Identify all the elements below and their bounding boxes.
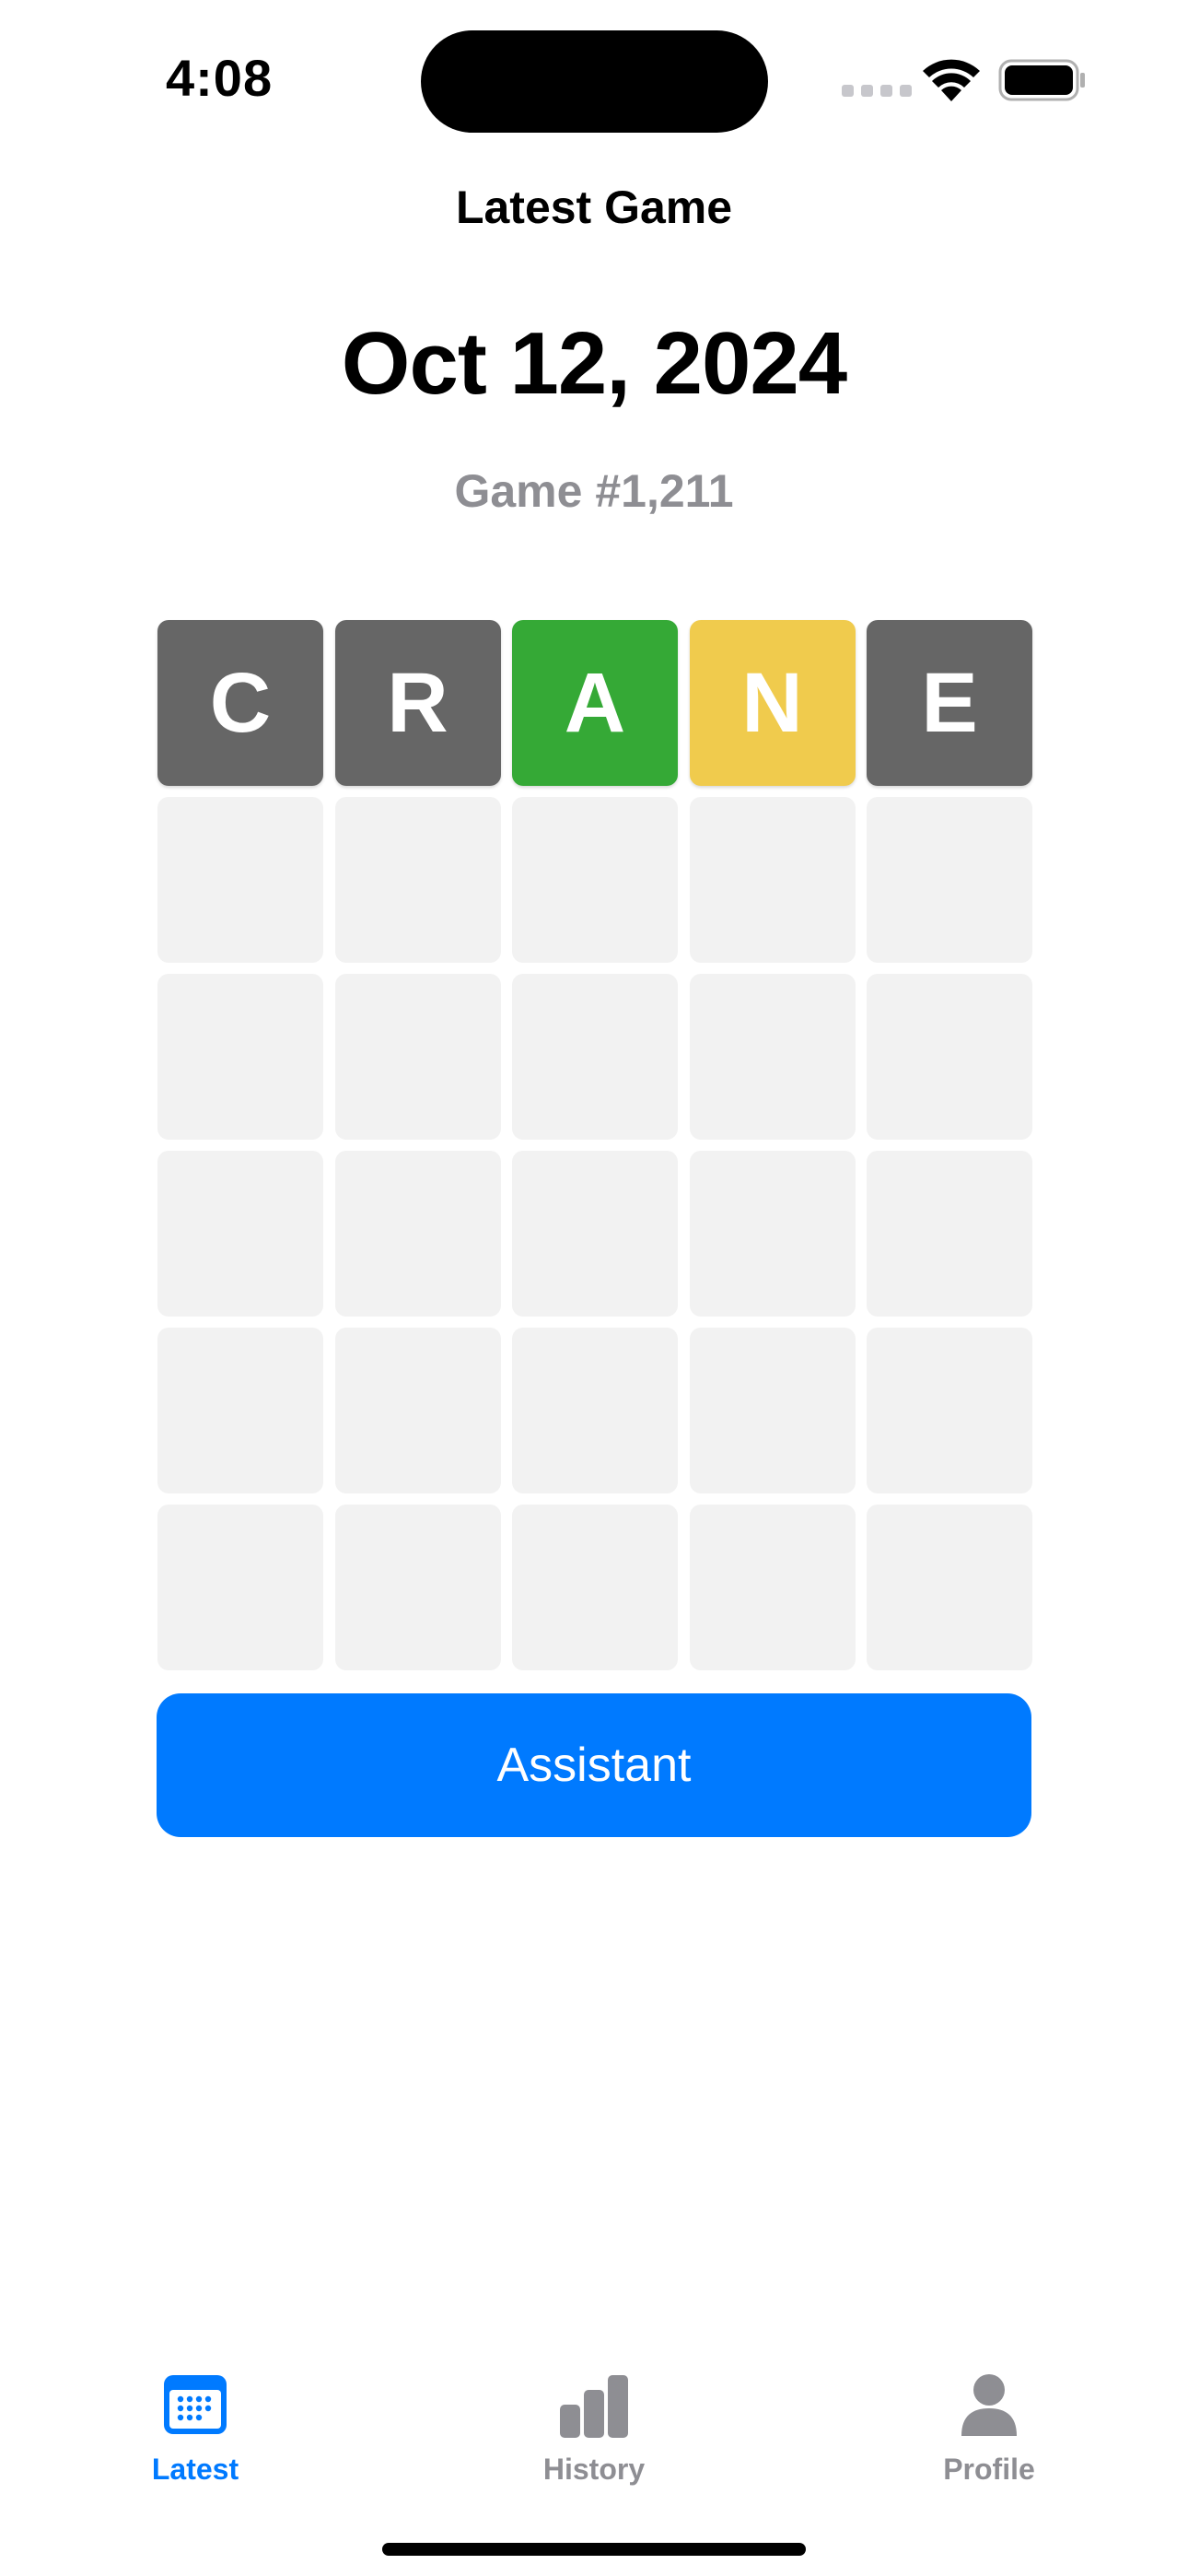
empty-tile — [689, 1328, 856, 1493]
dynamic-island — [421, 30, 768, 133]
empty-tile — [867, 1151, 1032, 1317]
bar-chart-icon — [560, 2375, 628, 2438]
empty-tile — [689, 974, 856, 1140]
tab-bar: Latest History Profile — [0, 2340, 1188, 2576]
empty-tile — [157, 1505, 323, 1670]
empty-tile — [689, 797, 856, 963]
empty-tile — [157, 1151, 323, 1317]
empty-tile — [867, 797, 1032, 963]
wifi-icon — [923, 59, 980, 101]
tab-latest[interactable]: Latest — [76, 2340, 315, 2497]
empty-tile — [334, 974, 501, 1140]
game-date: Oct 12, 2024 — [341, 314, 847, 413]
home-indicator — [382, 2543, 806, 2556]
game-number: Game #1,211 — [454, 465, 734, 517]
tab-label-profile: Profile — [943, 2453, 1035, 2486]
letter-tile: A — [512, 620, 678, 786]
empty-tile — [689, 1151, 856, 1317]
empty-tile — [334, 1505, 501, 1670]
empty-tile — [512, 797, 678, 963]
status-bar: 4:08 — [0, 0, 1188, 157]
letter-tile: R — [334, 620, 501, 786]
empty-tile — [867, 974, 1032, 1140]
tab-label-history: History — [542, 2453, 646, 2486]
battery-icon — [998, 59, 1085, 101]
person-icon — [961, 2374, 1017, 2436]
empty-tile — [512, 1151, 678, 1317]
empty-tile — [512, 1505, 678, 1670]
empty-tile — [512, 1328, 678, 1493]
page-title: Latest Game — [455, 181, 733, 233]
empty-tile — [334, 1151, 501, 1317]
letter-tile: E — [867, 620, 1032, 786]
game-board: CRANE — [157, 620, 1032, 1670]
assistant-button[interactable]: Assistant — [157, 1693, 1031, 1837]
letter-tile: C — [157, 620, 323, 786]
tab-history[interactable]: History — [474, 2340, 714, 2497]
empty-tile — [689, 1505, 856, 1670]
cellular-signal-icon — [842, 85, 912, 97]
empty-tile — [334, 797, 501, 963]
tab-profile[interactable]: Profile — [869, 2340, 1109, 2497]
empty-tile — [512, 974, 678, 1140]
calendar-icon — [164, 2375, 227, 2434]
empty-tile — [157, 1328, 323, 1493]
empty-tile — [334, 1328, 501, 1493]
letter-tile: N — [689, 620, 856, 786]
tab-label-latest: Latest — [151, 2453, 239, 2486]
empty-tile — [157, 797, 323, 963]
status-time: 4:08 — [166, 49, 274, 107]
empty-tile — [867, 1328, 1032, 1493]
empty-tile — [867, 1505, 1032, 1670]
empty-tile — [157, 974, 323, 1140]
